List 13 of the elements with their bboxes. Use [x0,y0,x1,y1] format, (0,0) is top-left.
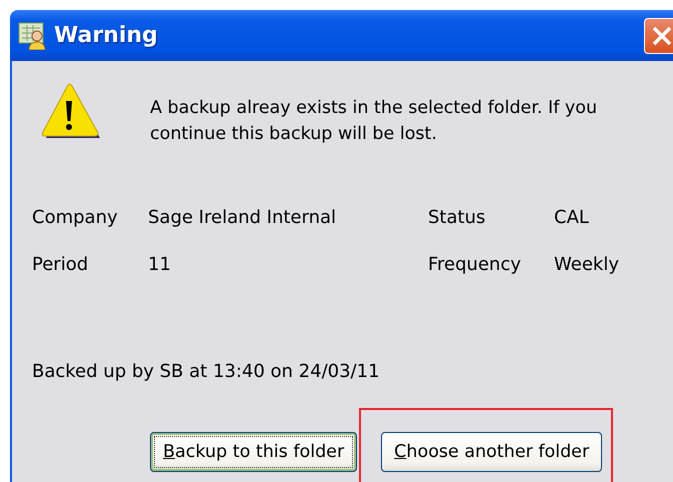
field-value: Weekly [554,253,620,277]
field-label: Company [32,206,119,230]
field-label: Frequency [428,253,522,277]
field-value: CAL [554,206,590,230]
field-label: Status [428,206,486,230]
field-value: Sage Ireland Internal [148,206,338,230]
field-value: 11 [148,253,172,277]
backup-info: Backed up by SB at 13:40 on 24/03/11 [32,361,381,382]
window-title: Warning [54,23,159,48]
field-label: Period [32,253,90,277]
warning-message: A backup alreay exists in the selected folder. If you continue this backup will be lost. [150,97,598,146]
dialog-button[interactable]: Choose another folder [381,432,602,472]
dialog-button[interactable]: Backup to this folder [150,432,358,472]
